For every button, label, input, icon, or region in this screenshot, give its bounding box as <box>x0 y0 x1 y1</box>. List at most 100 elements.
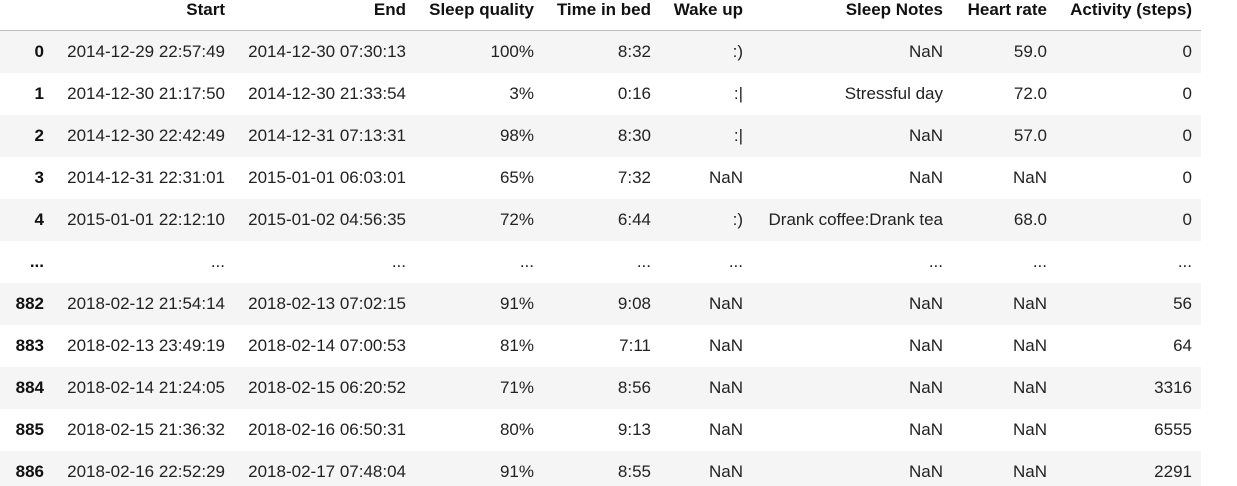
cell-heart-rate: NaN <box>1012 294 1047 313</box>
cell-activity: 0 <box>1182 126 1192 145</box>
cell-sleep-quality: 72% <box>499 210 534 229</box>
cell-wake-up: NaN <box>708 294 743 313</box>
cell-heart-rate: 72.0 <box>1013 84 1047 103</box>
table-row: 885 2018-02-15 21:36:32 2018-02-16 06:50:3… <box>0 409 1201 451</box>
column-header-start: Start <box>53 0 234 31</box>
header-row: Start End Sleep quality Time in bed Wake… <box>0 0 1201 31</box>
table-body: 0 2014-12-29 22:57:49 2014-12-30 07:30:13 1… <box>0 30 1201 486</box>
cell-sleep-notes: NaN <box>908 420 943 439</box>
cell-heart-rate: NaN <box>1012 420 1047 439</box>
cell-end: 2014-12-31 07:13:31 <box>248 126 406 145</box>
cell-wake-up: NaN <box>708 168 743 187</box>
table-row: 882 2018-02-12 21:54:14 2018-02-13 07:02:1… <box>0 283 1201 325</box>
table-row: 0 2014-12-29 22:57:49 2014-12-30 07:30:13 1… <box>0 30 1201 73</box>
row-index: 886 <box>15 462 44 481</box>
dataframe-table: Start End Sleep quality Time in bed Wake… <box>0 0 1201 486</box>
column-header-wake-up: Wake up <box>660 0 752 31</box>
column-header-heart-rate: Heart rate <box>952 0 1056 31</box>
cell-wake-up: :| <box>733 126 743 145</box>
column-header-index <box>0 0 53 31</box>
cell-wake-up: NaN <box>708 336 743 355</box>
column-header-time-in-bed: Time in bed <box>543 0 660 31</box>
cell-activity: 56 <box>1173 294 1192 313</box>
cell-wake-up: :) <box>732 42 743 61</box>
column-header-sleep-notes: Sleep Notes <box>752 0 952 31</box>
table-row: 883 2018-02-13 23:49:19 2018-02-14 07:00:5… <box>0 325 1201 367</box>
cell-start: 2015-01-01 22:12:10 <box>67 210 225 229</box>
cell-time-in-bed: 9:13 <box>617 420 651 439</box>
cell-end: 2015-01-01 06:03:01 <box>248 168 406 187</box>
cell-activity: 6555 <box>1154 420 1192 439</box>
cell-heart-rate: 68.0 <box>1013 210 1047 229</box>
cell-end: 2014-12-30 21:33:54 <box>248 84 406 103</box>
cell-sleep-notes: Stressful day <box>844 84 943 103</box>
cell-start: 2018-02-15 21:36:32 <box>67 420 225 439</box>
cell-activity: 0 <box>1182 42 1192 61</box>
cell-sleep-notes: NaN <box>908 42 943 61</box>
cell-wake-up: NaN <box>708 378 743 397</box>
cell-time-in-bed: 0:16 <box>617 84 651 103</box>
cell-start: ... <box>210 252 225 271</box>
cell-wake-up: :) <box>732 210 743 229</box>
cell-heart-rate: ... <box>1032 252 1047 271</box>
row-index: 883 <box>15 336 44 355</box>
ellipsis-row: ........................... <box>0 241 1201 283</box>
table-row: 2 2014-12-30 22:42:49 2014-12-31 07:13:31 9… <box>0 115 1201 157</box>
cell-sleep-notes: NaN <box>908 294 943 313</box>
cell-time-in-bed: 8:56 <box>617 378 651 397</box>
cell-time-in-bed: 7:32 <box>617 168 651 187</box>
cell-activity: 3316 <box>1154 378 1192 397</box>
cell-time-in-bed: 6:44 <box>617 210 651 229</box>
row-index: ... <box>29 252 44 271</box>
cell-wake-up: NaN <box>708 462 743 481</box>
cell-heart-rate: NaN <box>1012 336 1047 355</box>
cell-wake-up: :| <box>733 84 743 103</box>
cell-activity: ... <box>1177 252 1192 271</box>
cell-activity: 0 <box>1182 168 1192 187</box>
cell-heart-rate: NaN <box>1012 378 1047 397</box>
cell-time-in-bed: 7:11 <box>619 336 651 355</box>
row-index: 4 <box>34 210 44 229</box>
cell-start: 2018-02-16 22:52:29 <box>67 462 225 481</box>
cell-sleep-quality: ... <box>519 252 534 271</box>
cell-sleep-quality: 91% <box>499 294 534 313</box>
cell-sleep-notes: NaN <box>908 168 943 187</box>
cell-sleep-notes: ... <box>928 252 943 271</box>
cell-wake-up: ... <box>728 252 743 271</box>
cell-start: 2018-02-13 23:49:19 <box>67 336 225 355</box>
cell-sleep-quality: 80% <box>499 420 534 439</box>
cell-heart-rate: 59.0 <box>1013 42 1047 61</box>
cell-activity: 0 <box>1182 210 1192 229</box>
cell-end: 2018-02-14 07:00:53 <box>248 336 406 355</box>
cell-activity: 2291 <box>1154 462 1192 481</box>
cell-sleep-quality: 65% <box>499 168 534 187</box>
cell-sleep-notes: Drank coffee:Drank tea <box>768 210 944 229</box>
cell-time-in-bed: ... <box>636 252 651 271</box>
cell-sleep-notes: NaN <box>908 378 943 397</box>
cell-heart-rate: NaN <box>1012 462 1047 481</box>
table-row: 886 2018-02-16 22:52:29 2018-02-17 07:48:0… <box>0 451 1201 486</box>
cell-start: 2014-12-30 22:42:49 <box>67 126 225 145</box>
cell-sleep-quality: 91% <box>499 462 534 481</box>
cell-start: 2018-02-12 21:54:14 <box>67 294 225 313</box>
table-row: 4 2015-01-01 22:12:10 2015-01-02 04:56:35 7… <box>0 199 1201 241</box>
cell-time-in-bed: 8:55 <box>617 462 651 481</box>
cell-sleep-quality: 100% <box>490 42 534 61</box>
cell-sleep-quality: 98% <box>499 126 534 145</box>
row-index: 1 <box>34 84 44 103</box>
row-index: 882 <box>15 294 44 313</box>
cell-time-in-bed: 8:30 <box>617 126 651 145</box>
cell-end: 2018-02-17 07:48:04 <box>248 462 406 481</box>
cell-time-in-bed: 9:08 <box>617 294 651 313</box>
row-index: 3 <box>34 168 44 187</box>
row-index: 0 <box>34 42 44 61</box>
row-index: 884 <box>15 378 44 397</box>
row-index: 2 <box>34 126 44 145</box>
cell-activity: 64 <box>1173 336 1192 355</box>
cell-sleep-notes: NaN <box>908 336 943 355</box>
table-header: Start End Sleep quality Time in bed Wake… <box>0 0 1201 31</box>
notebook-output-area: Start End Sleep quality Time in bed Wake… <box>0 0 1237 486</box>
cell-activity: 0 <box>1182 84 1192 103</box>
cell-sleep-quality: 3% <box>509 84 534 103</box>
row-index: 885 <box>15 420 44 439</box>
